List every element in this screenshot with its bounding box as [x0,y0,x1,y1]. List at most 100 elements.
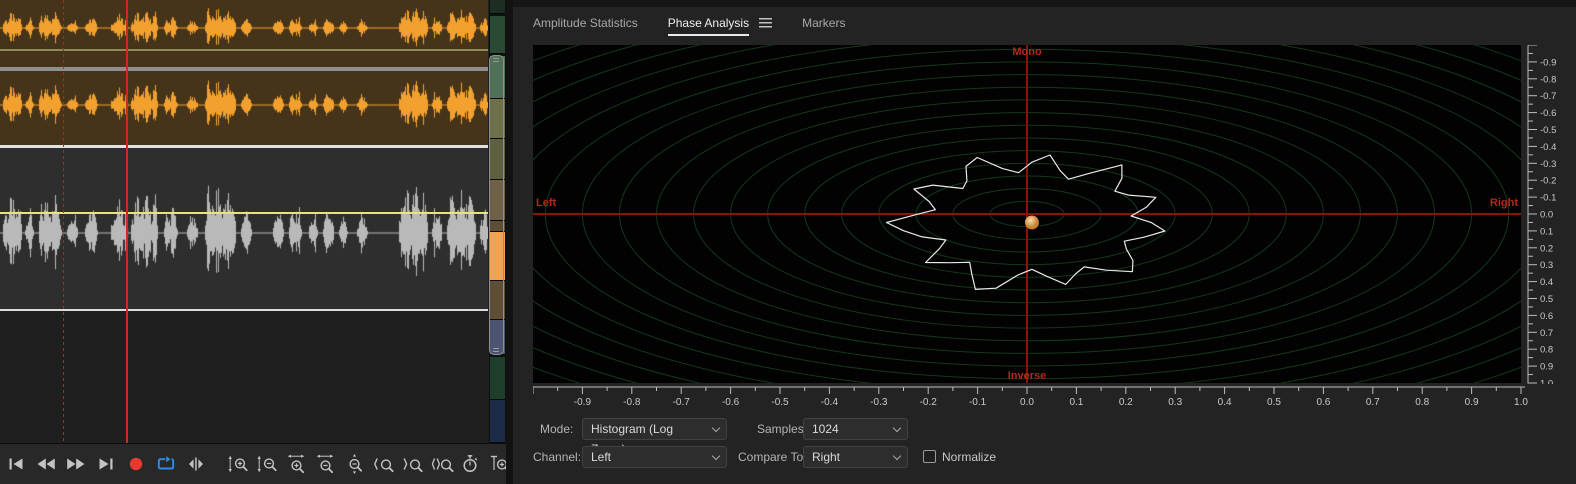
transport-buttons-group [6,453,206,474]
vertical-track-scrollbar[interactable] [489,0,506,443]
panel-divider[interactable] [506,0,513,484]
chevron-down-icon [892,451,902,461]
y-axis-tick-label: -0.9 [1540,57,1556,68]
skip-to-start-icon [9,458,23,470]
x-axis-tick-label: 0.7 [1366,397,1380,408]
tab-markers[interactable]: Markers [802,8,845,38]
volume-envelope-line[interactable] [0,212,488,214]
x-axis-tick-label: -0.6 [722,397,740,408]
y-axis-tick-label: 0.7 [1540,328,1553,339]
scrollbar-track-segment [490,0,505,14]
channel-dropdown[interactable]: Left [582,446,727,468]
y-axis-tick-label: -0.5 [1540,125,1556,136]
waveform-track-3[interactable] [0,148,488,309]
waveform-track-1[interactable] [0,0,488,67]
zoom-to-in-point-button[interactable] [373,454,394,474]
fast-forward-icon [67,458,85,470]
mode-dropdown[interactable]: Histogram (Log Zoom) [582,418,727,456]
skip-to-end-button[interactable] [96,454,116,474]
rewind-icon [37,458,55,470]
zoom-to-out-point-icon [403,458,423,473]
scrollbar-track-segment [490,16,505,54]
panel-menu-icon[interactable] [759,17,773,28]
stopwatch-zoom-button[interactable] [460,454,480,474]
zoom-in-amplitude-icon [228,455,248,473]
zoom-in-amplitude-button[interactable] [228,454,248,474]
x-axis-tick-label: -0.2 [920,397,938,408]
x-axis-tick-label: -0.1 [969,397,987,408]
zoom-in-time-button[interactable] [286,454,306,474]
y-axis-tick-label: -0.1 [1540,193,1556,204]
tab-amplitude-statistics[interactable]: Amplitude Statistics [533,8,638,38]
y-axis-tick-label: 0.0 [1540,210,1553,221]
waveform-editor-panel [0,0,506,484]
channel-value: Left [591,450,612,464]
transport-toolbar [0,443,506,484]
zoom-out-full-button[interactable] [344,454,364,474]
rewind-button[interactable] [36,454,56,474]
y-axis-tick-label: -0.2 [1540,176,1556,187]
scrollbar-track-segment [490,357,505,400]
chevron-down-icon [711,423,721,433]
skip-selection-button[interactable] [186,454,206,474]
skip-to-start-button[interactable] [6,454,26,474]
x-axis-tick-label: -0.4 [821,397,839,408]
stopwatch-zoom-icon [463,455,478,473]
samples-label: Samples: [757,422,808,436]
normalize-checkbox[interactable] [923,450,936,463]
zoom-out-time-button[interactable] [315,454,335,474]
pole-label-inverse: Inverse [1007,370,1047,382]
channel-label: Channel: [533,450,582,464]
zoom-to-out-point-button[interactable] [402,454,423,474]
zoom-out-full-icon [349,454,363,474]
zoom-to-playhead-button[interactable] [489,454,506,474]
zoom-to-in-point-icon [374,458,394,473]
waveform-track-2[interactable] [0,71,488,145]
zoom-to-playhead-icon [491,455,506,470]
scrollbar-thumb[interactable] [489,55,504,355]
tab-label: Markers [802,15,846,30]
zoom-to-selection-icon [431,458,454,473]
x-axis-tick-label: 0.8 [1415,397,1429,408]
x-axis-tick-label: 0.2 [1119,397,1133,408]
skip-selection-icon [189,457,203,471]
samples-value: 1024 [812,422,839,436]
fast-forward-button[interactable] [66,454,86,474]
pole-label-mono: Mono [1012,46,1042,58]
y-axis-tick-label: -0.6 [1540,108,1556,119]
y-axis-tick-label: -0.7 [1540,91,1556,102]
waveform-track-1-canvas[interactable] [0,0,488,62]
audition-workspace: Amplitude Statistics Phase Analysis Mark… [0,0,1576,484]
zoom-out-amplitude-button[interactable] [257,454,277,474]
compare-to-dropdown[interactable]: Right [803,446,908,468]
loop-playback-button[interactable] [156,453,176,474]
x-axis-tick-label: 0.5 [1267,397,1281,408]
scrollbar-track-segment [490,400,505,443]
compare-to-value: Right [812,450,841,464]
x-axis-tick-label: -0.7 [673,397,691,408]
y-axis-tick-label: 0.3 [1540,260,1553,271]
volume-envelope-line[interactable] [0,49,488,51]
x-axis-tick-label: 0.3 [1168,397,1182,408]
chevron-down-icon [892,423,902,433]
y-axis-tick-label: 0.6 [1540,311,1553,322]
samples-dropdown[interactable]: 1024 [803,418,908,440]
x-axis-tick-label: 0.4 [1218,397,1232,408]
phase-scope-chart [533,45,1521,383]
x-axis-tick-label: -0.9 [574,397,592,408]
waveform-track-2-canvas[interactable] [0,71,488,145]
y-axis-tick-label: 0.9 [1540,362,1553,373]
record-icon [129,457,143,471]
record-button[interactable] [126,454,146,474]
y-axis-tick-label: 1.0 [1540,379,1553,385]
waveform-track-3-canvas[interactable] [0,148,488,309]
tab-phase-analysis[interactable]: Phase Analysis [667,8,773,38]
x-axis-tick-label: 1.0 [1514,397,1528,408]
panel-top-strip [513,0,1576,7]
playhead-line[interactable] [126,0,128,443]
phase-scope-display: Mono Inverse Left Right [533,45,1521,383]
zoom-buttons-group [228,454,506,474]
tab-label: Phase Analysis [667,15,750,36]
x-axis-tick-label: -0.8 [623,397,641,408]
zoom-to-selection-button[interactable] [431,454,454,474]
